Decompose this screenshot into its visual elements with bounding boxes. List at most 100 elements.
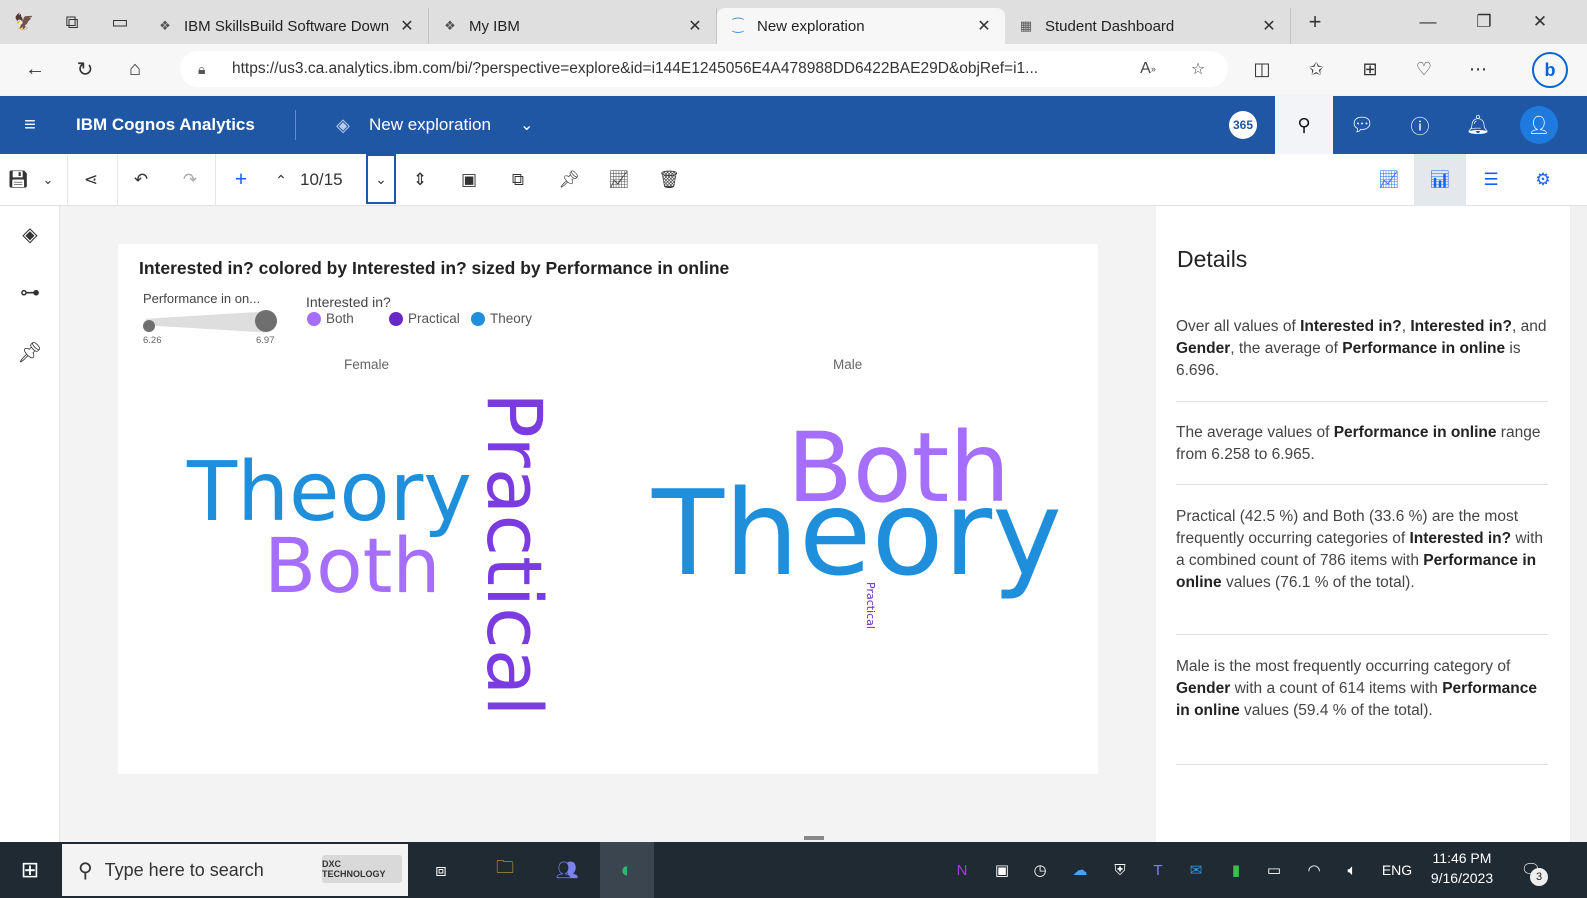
swap-axes-icon[interactable]: ⇕ (397, 154, 443, 206)
teams-tray-icon[interactable]: T (1140, 842, 1176, 898)
notification-count: 3 (1530, 868, 1548, 886)
tab-my-ibm[interactable]: ❖ My IBM ✕ (429, 8, 717, 44)
app-header: ≡ IBM Cognos Analytics ◈ New exploration… (0, 96, 1587, 154)
workspaces-icon[interactable]: ⧉ (48, 0, 96, 44)
close-window-icon[interactable]: ✕ (1514, 0, 1566, 44)
help-icon[interactable]: ⓘ (1391, 96, 1449, 154)
size-legend-min: 6.26 (143, 335, 162, 346)
legend-item-both[interactable]: Both (307, 311, 354, 326)
network-icon[interactable]: ◠ (1296, 842, 1332, 898)
security-icon[interactable]: ⛨ (1102, 842, 1138, 898)
bing-copilot-icon[interactable]: b (1532, 52, 1568, 88)
search-icon[interactable]: ⚲ (1275, 96, 1333, 154)
word-male-theory[interactable]: Theory (652, 474, 1062, 592)
teams-icon[interactable]: 👥︎ (544, 842, 590, 898)
back-icon[interactable]: ← (10, 44, 60, 94)
read-aloud-icon[interactable]: A» (1130, 51, 1166, 87)
legend-item-theory[interactable]: Theory (471, 311, 532, 326)
tab-ibm-skillsbuild[interactable]: ❖ IBM SkillsBuild Software Downlo ✕ (144, 8, 429, 44)
details-title: Details (1177, 246, 1248, 272)
notifications-bell-icon[interactable]: 🔔︎ (1449, 96, 1507, 154)
tab-actions-icon[interactable]: ▭ (96, 0, 144, 44)
browser-essentials-icon[interactable]: ♡ (1400, 44, 1448, 94)
word-female-both[interactable]: Both (264, 528, 441, 604)
refresh-icon[interactable]: ↻ (60, 44, 110, 94)
url-field[interactable]: 🔒︎ https://us3.ca.analytics.ibm.com/bi/?… (180, 51, 1228, 87)
language-indicator[interactable]: ENG (1376, 842, 1418, 898)
size-legend-max: 6.97 (256, 335, 275, 346)
chevron-down-icon[interactable]: ⌄ (520, 96, 533, 154)
header-divider (295, 110, 296, 140)
task-view-icon[interactable]: ⧈ (418, 842, 464, 898)
url-text: https://us3.ca.analytics.ibm.com/bi/?per… (232, 60, 1039, 77)
app-tray-icon[interactable]: ▮ (1218, 842, 1254, 898)
favorite-star-icon[interactable]: ☆ (1180, 51, 1216, 87)
close-tab-icon[interactable]: ✕ (975, 16, 993, 36)
volume-icon[interactable]: 🔈︎ (1334, 842, 1370, 898)
fields-panel-icon[interactable]: ☰ (1468, 154, 1514, 206)
collapse-up-icon[interactable]: ⌃ (259, 154, 303, 206)
properties-panel-icon[interactable]: ⚙︎ (1520, 154, 1566, 206)
user-avatar-icon[interactable]: 👤︎ (1520, 106, 1558, 144)
delete-icon[interactable]: 🗑︎ (646, 154, 692, 206)
taskbar-clock[interactable]: 11:46 PM 9/16/2023 (1422, 848, 1502, 888)
word-male-practical[interactable]: Practical (864, 582, 877, 629)
outlook-tray-icon[interactable]: ✉ (1178, 842, 1214, 898)
notification-center-icon[interactable]: 🗨︎ 3 (1516, 856, 1548, 886)
add-card-icon[interactable]: + (218, 154, 264, 206)
split-screen-icon[interactable]: ◫ (1238, 44, 1286, 94)
page-dropdown-chevron-icon[interactable]: ⌄ (366, 154, 396, 204)
tab-student-dashboard[interactable]: ▦ Student Dashboard ✕ (1005, 8, 1291, 44)
exploration-icon: ◈ (336, 114, 350, 135)
restore-icon[interactable]: ❐ (1458, 0, 1510, 44)
legend-label: Both (326, 311, 354, 326)
close-tab-icon[interactable]: ✕ (686, 16, 704, 36)
battery-icon[interactable]: ▭ (1256, 842, 1292, 898)
page-indicator: 10/15 (300, 170, 343, 189)
minimize-icon[interactable]: — (1402, 0, 1454, 44)
onedrive-icon[interactable]: ☁ (1062, 842, 1098, 898)
color-legend-label: Interested in? (306, 294, 391, 310)
pin-icon[interactable]: 📌︎ (546, 154, 592, 206)
undo-icon[interactable]: ↶ (118, 154, 164, 206)
tab-label: New exploration (757, 17, 865, 35)
share-icon[interactable]: ⋖ (68, 154, 114, 206)
collections-icon[interactable]: ⊞ (1346, 44, 1394, 94)
insight-emphasis: Performance in online (1333, 424, 1497, 441)
redo-icon[interactable]: ↷ (167, 154, 213, 206)
left-rail: ◈ ⊶ 📌︎ (0, 206, 60, 842)
resize-handle[interactable] (804, 836, 824, 840)
exploration-nav-icon[interactable]: ◈ (10, 214, 50, 254)
insights-chart-icon[interactable]: 📈︎ (596, 154, 642, 206)
hamburger-menu-icon[interactable]: ≡ (10, 96, 50, 154)
data-tree-icon[interactable]: ⊶ (10, 272, 50, 312)
file-explorer-icon[interactable]: 🗀 (482, 842, 528, 898)
close-tab-icon[interactable]: ✕ (398, 16, 416, 36)
tab-label: My IBM (469, 17, 520, 35)
ai-assistant-badge[interactable]: 365 (1229, 111, 1257, 139)
close-tab-icon[interactable]: ✕ (1260, 16, 1278, 36)
favorites-icon[interactable]: ✩ (1292, 44, 1340, 94)
profile-avatar-icon[interactable]: 🦅 (0, 0, 48, 44)
more-menu-icon[interactable]: ⋯ (1454, 44, 1502, 94)
tab-new-exploration[interactable]: ⁐ New exploration ✕ (717, 8, 1005, 44)
new-tab-icon[interactable]: + (1291, 0, 1339, 44)
windows-start-icon[interactable]: ⊞ (0, 842, 60, 898)
pinned-items-icon[interactable]: 📌︎ (10, 332, 50, 372)
visualization-type-icon[interactable]: ▣ (446, 154, 492, 206)
onenote-icon[interactable]: N (944, 842, 980, 898)
legend-item-practical[interactable]: Practical (389, 311, 460, 326)
chat-icon[interactable]: 💬︎ (1333, 96, 1391, 154)
copy-to-dashboard-icon[interactable]: ⧉ (495, 154, 541, 206)
edge-browser-icon[interactable]: ◐ (600, 842, 654, 898)
app-tray-icon[interactable]: ▣ (984, 842, 1020, 898)
details-scrollbar[interactable] (1570, 206, 1587, 842)
clock-app-icon[interactable]: ◷ (1022, 842, 1058, 898)
trend-view-icon[interactable]: 📈︎ (1366, 154, 1412, 206)
home-icon[interactable]: ⌂ (110, 44, 160, 94)
exploration-title[interactable]: New exploration (369, 96, 491, 154)
save-dropdown-chevron-icon[interactable]: ⌄ (30, 154, 66, 206)
details-panel-icon[interactable]: 📊︎ (1414, 154, 1466, 206)
word-female-practical[interactable]: Practical (470, 392, 559, 716)
lock-icon[interactable]: 🔒︎ (198, 61, 220, 78)
